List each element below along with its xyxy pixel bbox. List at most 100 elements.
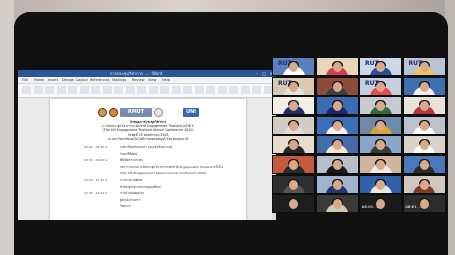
toolbar-button[interactable]	[183, 86, 192, 94]
participant-tile[interactable]: RUT	[359, 76, 402, 96]
maximize-icon[interactable]: □	[261, 71, 267, 76]
toolbar-button[interactable]	[91, 86, 100, 94]
toolbar-button[interactable]	[148, 86, 158, 94]
participant-tile[interactable]	[315, 174, 359, 194]
toolbar-button[interactable]	[217, 86, 227, 94]
participant-face	[419, 140, 429, 151]
participant-face	[419, 101, 429, 112]
ribbon-tab[interactable]: Review	[132, 77, 145, 83]
background-left	[0, 0, 14, 255]
toolbar-button[interactable]	[171, 86, 181, 94]
participant-tile[interactable]	[402, 155, 446, 174]
university-seal-icon	[98, 108, 107, 117]
rut-logo: RUT	[365, 60, 379, 67]
participant-face	[419, 120, 429, 131]
schedule-item: การบรรยายพิเศษ	[120, 178, 143, 182]
rut-logo: RUT	[365, 79, 379, 87]
participant-tile[interactable]	[359, 96, 402, 116]
participant-tile[interactable]	[272, 115, 315, 135]
toolbar-button[interactable]	[206, 86, 215, 94]
participant-tile[interactable]	[402, 96, 446, 116]
participant-face	[419, 179, 429, 190]
toolbar-button[interactable]	[68, 86, 77, 94]
participant-tile[interactable]	[272, 194, 315, 214]
toolbar-button[interactable]	[33, 86, 43, 94]
participant-tile[interactable]	[359, 174, 402, 194]
schedule-item: หัวข้อ ผู้บริหารสถาบันอุดมศึกษา	[120, 184, 162, 189]
toolbar-button[interactable]	[45, 86, 54, 94]
ribbon-tab[interactable]: Home	[34, 77, 44, 83]
ribbon-tab[interactable]: View	[148, 77, 156, 83]
toolbar-button[interactable]	[56, 86, 66, 94]
document-page[interactable]: RMUT UNI กำหนดการประชุมวิชาการ การจัดประช…	[50, 99, 246, 220]
ribbon-toolbar	[18, 84, 276, 98]
participant-face	[332, 179, 342, 190]
participant-face	[289, 120, 298, 131]
schedule-time: 10.30 - 12.00 น.	[84, 191, 109, 196]
participant-tile[interactable]	[402, 174, 446, 194]
minimize-icon[interactable]: –	[254, 71, 260, 76]
participant-tile[interactable]	[359, 115, 402, 135]
participant-tile[interactable]	[272, 135, 315, 155]
participant-tile[interactable]: ผศ.ดร. ...	[402, 194, 446, 214]
window-title: การประชุมวิชาการ ... - Word	[110, 71, 163, 76]
participant-face	[376, 160, 385, 170]
schedule-time: 08.00 - 08.30 น.	[84, 145, 109, 149]
schedule-item: กล่าวรายงานการจัดประชุมวิชาการระดับชาติ …	[120, 164, 224, 169]
participant-tile[interactable]	[402, 115, 446, 135]
word-window: การประชุมวิชาการ ... - Word – □ × File Ho…	[18, 70, 276, 220]
participant-tile[interactable]	[402, 76, 446, 96]
toolbar-button[interactable]	[22, 86, 31, 94]
toolbar-button[interactable]	[102, 86, 112, 94]
participant-face	[332, 101, 342, 112]
participant-tile[interactable]	[315, 76, 359, 96]
ribbon-tabs: File Home Insert Design Layout References Mail…	[18, 77, 276, 84]
toolbar-button[interactable]	[229, 86, 238, 94]
ribbon-tab[interactable]: Layout	[76, 77, 88, 83]
participant-tile[interactable]	[315, 155, 359, 174]
ribbon-tab[interactable]: Design	[62, 77, 74, 83]
ribbon-tab[interactable]: References	[90, 77, 109, 83]
schedule-item: รับชมวีดีทัศน์	[120, 151, 138, 156]
participant-tile[interactable]	[315, 57, 359, 76]
participant-tile[interactable]	[272, 96, 315, 116]
participant-tile[interactable]	[315, 135, 359, 155]
participant-face	[332, 81, 342, 92]
toolbar-button[interactable]	[240, 86, 250, 94]
schedule-time: 09.00 - 10.30 น.	[84, 178, 109, 182]
ribbon-tab[interactable]: Mailings	[112, 77, 126, 83]
participant-face	[332, 62, 342, 72]
participant-face	[419, 81, 429, 92]
participant-tile[interactable]	[272, 155, 315, 174]
toolbar-button[interactable]	[252, 86, 261, 94]
participant-tile[interactable]	[315, 96, 359, 116]
ribbon-tab[interactable]: File	[22, 77, 28, 83]
participant-tile[interactable]	[359, 155, 402, 174]
toolbar-button[interactable]	[160, 86, 169, 94]
participant-tile[interactable]: RUT	[272, 57, 315, 76]
participant-tile[interactable]	[272, 174, 315, 194]
rut-logo: RUT	[278, 79, 292, 87]
participant-tile[interactable]: RUT	[359, 57, 402, 76]
toolbar-button[interactable]	[114, 86, 123, 94]
ribbon-tab[interactable]: Help	[162, 77, 170, 83]
participant-name: ผศ.ดร. ...	[405, 204, 423, 210]
participant-tile[interactable]: ผศ.ดร. ...	[359, 194, 402, 214]
toolbar-button[interactable]	[137, 86, 146, 94]
participant-tile[interactable]	[359, 135, 402, 155]
participant-face	[376, 120, 385, 131]
participant-tile[interactable]: RUT	[402, 57, 446, 76]
participant-tile[interactable]	[315, 115, 359, 135]
schedule-item: (The 4th Engagement Thailand Annual Conf…	[120, 171, 206, 176]
toolbar-button[interactable]	[125, 86, 135, 94]
rut-logo: RUT	[278, 60, 292, 67]
participant-tile[interactable]	[402, 135, 446, 155]
ribbon-tab[interactable]: Insert	[48, 77, 58, 83]
title-bar: การประชุมวิชาการ ... - Word – □ ×	[18, 70, 276, 77]
participant-tile[interactable]	[315, 194, 359, 214]
toolbar-button[interactable]	[194, 86, 204, 94]
participant-face	[332, 160, 342, 170]
participant-tile[interactable]: RUT	[272, 76, 315, 96]
participant-face	[419, 160, 429, 170]
toolbar-button[interactable]	[79, 86, 89, 94]
